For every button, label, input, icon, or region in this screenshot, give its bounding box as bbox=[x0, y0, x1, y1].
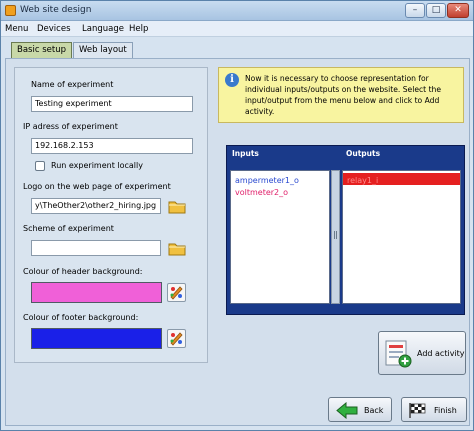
info-icon: i bbox=[225, 73, 239, 87]
title-bar[interactable]: Web site design – □ ✕ bbox=[1, 1, 473, 21]
info-message: Now it is necessary to choose representa… bbox=[245, 74, 442, 116]
app-window: Web site design – □ ✕ Menu Devices Langu… bbox=[0, 0, 474, 431]
back-arrow-icon bbox=[336, 402, 358, 419]
add-activity-label: Add activity bbox=[417, 349, 465, 358]
list-item-input-ampermeter1[interactable]: ampermeter1_o bbox=[231, 173, 329, 185]
app-icon bbox=[5, 5, 16, 16]
add-activity-button[interactable]: Add activity bbox=[378, 331, 466, 375]
finish-flag-icon bbox=[409, 403, 426, 418]
settings-panel: Name of experiment Testing experiment IP… bbox=[14, 67, 208, 363]
inputs-list[interactable]: ampermeter1_o voltmeter2_o bbox=[230, 170, 330, 304]
run-locally-checkbox[interactable] bbox=[35, 161, 45, 171]
footer-color-picker-icon[interactable] bbox=[167, 329, 186, 348]
split-pane-divider[interactable] bbox=[331, 170, 340, 304]
tab-content: Name of experiment Testing experiment IP… bbox=[5, 58, 470, 426]
outputs-header: Outputs bbox=[346, 149, 381, 158]
logo-browse-folder-icon[interactable] bbox=[168, 199, 186, 214]
name-input[interactable]: Testing experiment bbox=[31, 96, 193, 112]
tab-basic-setup[interactable]: Basic setup bbox=[11, 42, 72, 58]
info-message-box: i Now it is necessary to choose represen… bbox=[218, 67, 464, 123]
ip-label: IP adress of experiment bbox=[23, 122, 118, 131]
maximize-button[interactable]: □ bbox=[426, 3, 446, 18]
scheme-path-input[interactable] bbox=[31, 240, 161, 256]
inputs-header: Inputs bbox=[232, 149, 259, 158]
close-button[interactable]: ✕ bbox=[447, 3, 469, 18]
header-bg-label: Colour of header background: bbox=[23, 267, 143, 276]
finish-button[interactable]: Finish bbox=[401, 397, 467, 422]
menu-bar: Menu Devices Language Help bbox=[1, 21, 473, 37]
finish-label: Finish bbox=[434, 406, 457, 415]
back-button[interactable]: Back bbox=[328, 397, 392, 422]
minimize-button[interactable]: – bbox=[405, 3, 425, 18]
menu-item-devices[interactable]: Devices bbox=[37, 24, 71, 34]
add-activity-icon bbox=[385, 340, 412, 368]
back-label: Back bbox=[364, 406, 384, 415]
header-color-picker-icon[interactable] bbox=[167, 283, 186, 302]
name-label: Name of experiment bbox=[31, 80, 114, 89]
window-title: Web site design bbox=[20, 5, 92, 15]
header-bg-color-swatch bbox=[31, 282, 162, 303]
menu-item-help[interactable]: Help bbox=[129, 24, 148, 34]
tab-web-layout[interactable]: Web layout bbox=[73, 42, 133, 58]
scheme-browse-folder-icon[interactable] bbox=[168, 241, 186, 256]
logo-label: Logo on the web page of experiment bbox=[23, 182, 171, 191]
menu-item-language[interactable]: Language bbox=[82, 24, 124, 34]
divider-grip-icon bbox=[334, 231, 337, 239]
list-item-output-relay1[interactable]: relay1_i bbox=[343, 173, 460, 185]
footer-bg-label: Colour of footer background: bbox=[23, 313, 139, 322]
run-locally-label: Run experiment locally bbox=[51, 161, 143, 170]
menu-item-menu[interactable]: Menu bbox=[5, 24, 28, 34]
outputs-list[interactable]: relay1_i bbox=[342, 170, 461, 304]
footer-bg-color-swatch bbox=[31, 328, 162, 349]
ip-input[interactable]: 192.168.2.153 bbox=[31, 138, 193, 154]
list-item-input-voltmeter2[interactable]: voltmeter2_o bbox=[231, 185, 329, 197]
scheme-label: Scheme of experiment bbox=[23, 224, 114, 233]
logo-path-input[interactable]: y\TheOther2\other2_hiring.jpg bbox=[31, 198, 161, 214]
